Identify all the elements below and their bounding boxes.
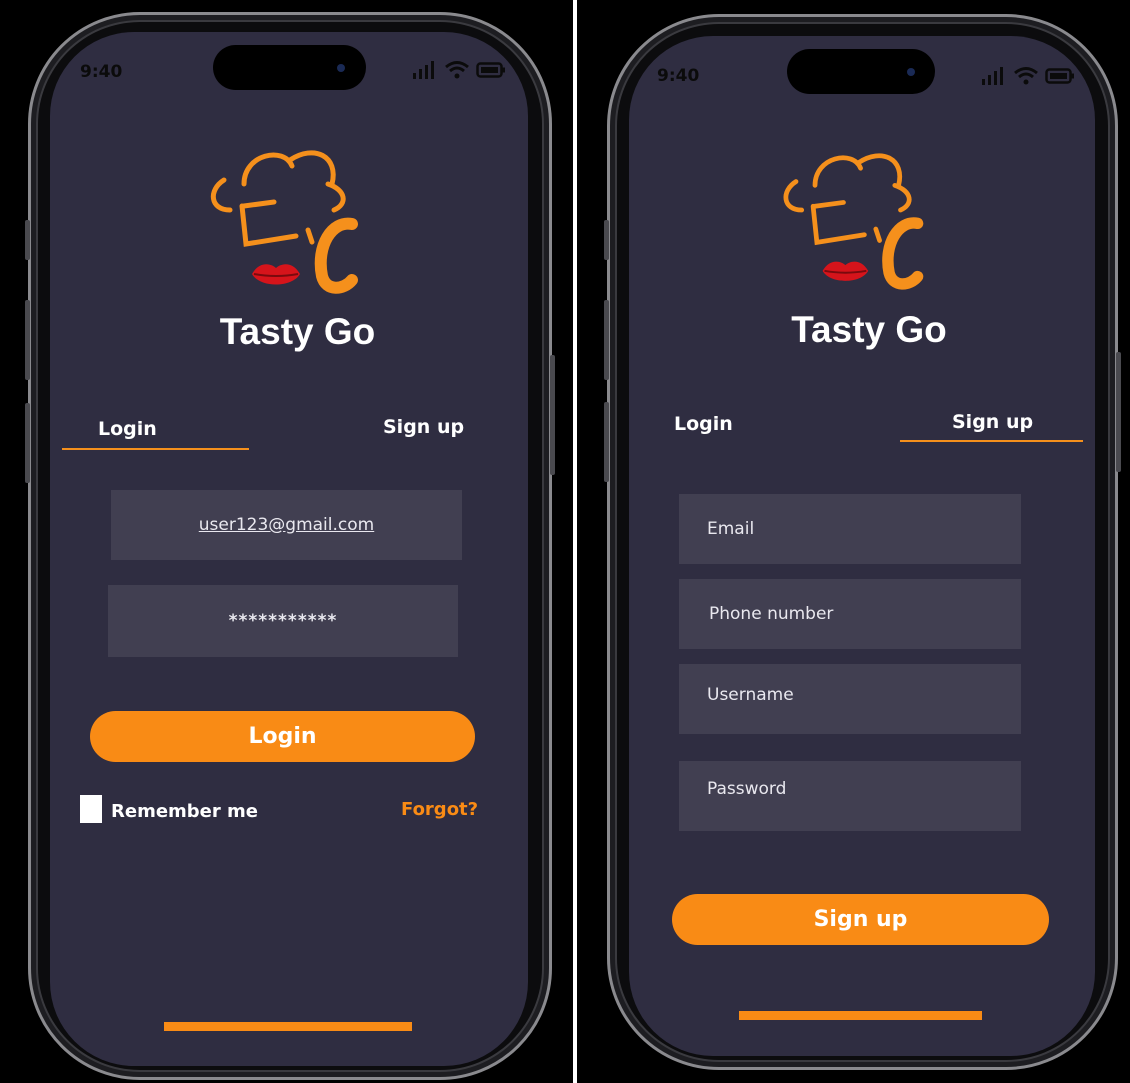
tab-login[interactable]: Login — [98, 418, 157, 440]
password-placeholder: Password — [707, 779, 787, 799]
password-field[interactable]: *********** — [108, 585, 458, 657]
home-indicator[interactable] — [739, 1011, 982, 1020]
tab-signup[interactable]: Sign up — [383, 416, 464, 438]
wifi-icon — [445, 61, 469, 79]
signup-button[interactable]: Sign up — [672, 894, 1049, 945]
tab-signup[interactable]: Sign up — [952, 411, 1033, 433]
cellular-signal-icon — [982, 67, 1003, 85]
tab-login[interactable]: Login — [674, 413, 733, 435]
status-icons — [981, 66, 1075, 86]
app-title: Tasty Go — [219, 311, 376, 352]
power-button — [1116, 352, 1121, 472]
email-field[interactable]: user123@gmail.com — [111, 490, 462, 560]
phone-number-input[interactable]: Phone number — [679, 579, 1021, 649]
side-button — [25, 220, 30, 260]
dynamic-island — [213, 45, 366, 90]
status-time: 9:40 — [657, 66, 700, 86]
cellular-signal-icon — [413, 61, 434, 79]
login-screen: 9:40 Tasty Go Login Sign up user123@gmai… — [50, 32, 528, 1066]
username-input[interactable]: Username — [679, 664, 1021, 734]
forgot-password-link[interactable]: Forgot? — [401, 799, 478, 820]
dynamic-island — [787, 49, 935, 94]
app-title: Tasty Go — [791, 309, 947, 350]
password-value: *********** — [228, 611, 338, 631]
camera-icon — [907, 68, 915, 76]
volume-up-button — [604, 300, 609, 380]
remember-me-label: Remember me — [111, 801, 258, 822]
chef-hat-logo — [783, 153, 924, 290]
remember-me-checkbox[interactable] — [80, 795, 102, 823]
side-button — [604, 220, 609, 260]
username-placeholder: Username — [707, 685, 794, 705]
email-input[interactable]: Email — [679, 494, 1021, 564]
signup-screen: 9:40 Tasty Go Login Sign up Email Phone … — [629, 36, 1095, 1056]
wifi-icon — [1014, 67, 1038, 85]
camera-icon — [337, 64, 345, 72]
volume-up-button — [25, 300, 30, 380]
divider — [573, 0, 577, 1083]
home-indicator[interactable] — [164, 1022, 412, 1031]
battery-icon — [1045, 68, 1074, 84]
chef-hat-logo — [211, 150, 358, 294]
status-icons — [412, 60, 506, 80]
power-button — [550, 355, 555, 475]
login-button[interactable]: Login — [90, 711, 475, 762]
password-input[interactable]: Password — [679, 761, 1021, 831]
active-tab-indicator — [62, 448, 249, 450]
volume-down-button — [604, 402, 609, 482]
battery-icon — [476, 62, 505, 78]
volume-down-button — [25, 403, 30, 483]
status-time: 9:40 — [80, 62, 123, 82]
phone-number-placeholder: Phone number — [709, 604, 834, 624]
active-tab-indicator — [900, 440, 1083, 442]
email-placeholder: Email — [707, 519, 755, 539]
email-value: user123@gmail.com — [198, 515, 375, 535]
